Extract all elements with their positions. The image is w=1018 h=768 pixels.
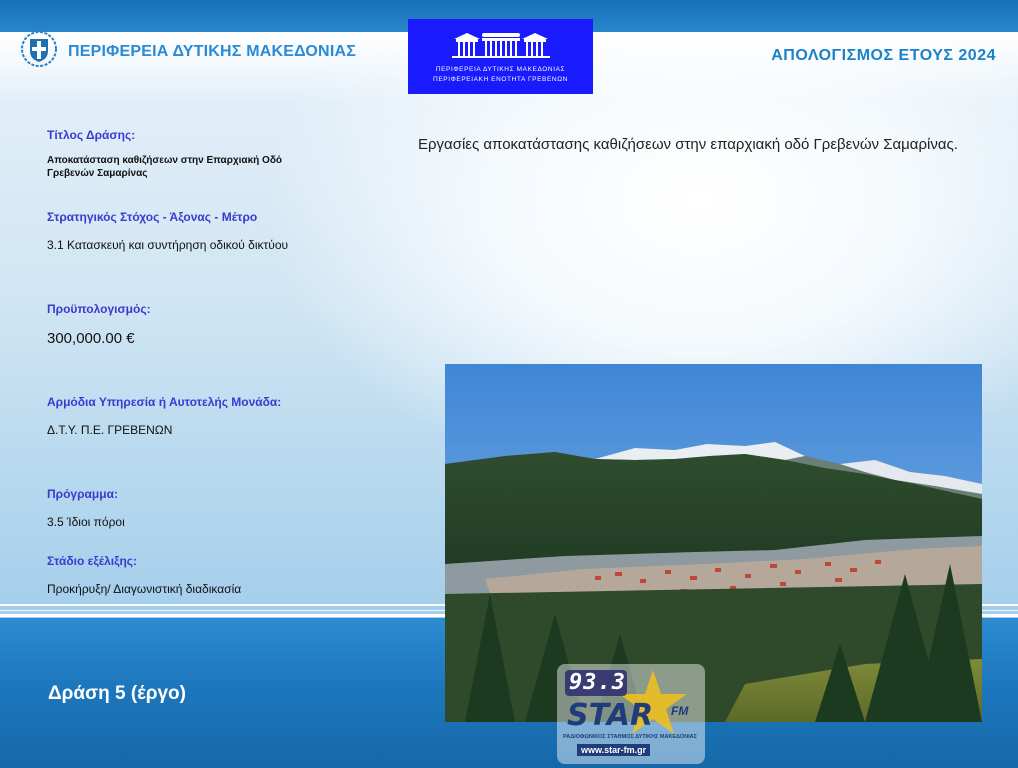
regional-unit-logo: ΠΕΡΙΦΕΡΕΙΑ ΔΥΤΙΚΗΣ ΜΑΚΕΔΟΝΙΑΣ ΠΕΡΙΦΕΡΕΙΑ…: [408, 19, 593, 94]
budget-value: 300,000.00 €: [47, 330, 135, 347]
mountain-village-photo: [445, 364, 982, 722]
stage-label: Στάδιο εξέλιξης:: [47, 554, 138, 568]
radio-brand: STAR: [567, 698, 654, 733]
slide: ΠΕΡΙΦΕΡΕΙΑ ΔΥΤΙΚΗΣ ΜΑΚΕΔΟΝΙΑΣ ΑΠΟΛΟΓΙΣΜΟ…: [0, 0, 1018, 768]
service-label: Αρμόδια Υπηρεσία ή Αυτοτελής Μονάδα:: [47, 395, 282, 409]
radio-url: www.star-fm.gr: [577, 744, 651, 756]
action-number: Δράση 5 (έργο): [48, 683, 186, 704]
title-value-line2: Γρεβενών Σαμαρίνας: [47, 168, 148, 179]
region-title: ΠΕΡΙΦΕΡΕΙΑ ΔΥΤΙΚΗΣ ΜΑΚΕΔΟΝΙΑΣ: [68, 43, 357, 60]
report-title: ΑΠΟΛΟΓΙΣΜΟΣ ΕΤΟΥΣ 2024: [771, 47, 996, 64]
radio-band: FM: [671, 704, 689, 718]
goal-label: Στρατηγικός Στόχος - Άξονας - Μέτρο: [47, 210, 258, 224]
budget-label: Προϋπολογισμός:: [47, 302, 151, 316]
title-label: Τίτλος Δράσης:: [47, 128, 136, 142]
radio-tagline: ΡΑΔΙΟΦΩΝΙΚΟΣ ΣΤΑΘΜΟΣ ΔΥΤΙΚΗΣ ΜΑΚΕΔΟΝΙΑΣ: [563, 734, 697, 740]
title-value-line1: Αποκατάσταση καθιζήσεων στην Επαρχιακή Ο…: [47, 155, 282, 166]
radio-watermark: 93.3 STAR FM ΡΑΔΙΟΦΩΝΙΚΟΣ ΣΤΑΘΜΟΣ ΔΥΤΙΚΗ…: [557, 664, 705, 764]
coat-of-arms-icon: [21, 31, 57, 67]
program-label: Πρόγραμμα:: [47, 487, 118, 501]
program-value: 3.5 Ίδιοι πόροι: [47, 515, 125, 529]
stage-value: Προκήρυξη/ Διαγωνιστική διαδικασία: [47, 582, 242, 596]
service-value: Δ.Τ.Υ. Π.Ε. ΓΡΕΒΕΝΩΝ: [47, 423, 173, 437]
goal-value: 3.1 Κατασκευή και συντήρηση οδικού δικτύ…: [47, 238, 289, 252]
logo-line-2: ΠΕΡΙΦΕΡΕΙΑΚΗ ΕΝΟΤΗΤΑ ΓΡΕΒΕΝΩΝ: [433, 76, 568, 83]
radio-frequency: 93.3: [569, 670, 626, 695]
action-description: Εργασίες αποκατάστασης καθιζήσεων στην ε…: [418, 136, 958, 153]
logo-line-1: ΠΕΡΙΦΕΡΕΙΑ ΔΥΤΙΚΗΣ ΜΑΚΕΔΟΝΙΑΣ: [435, 66, 566, 73]
